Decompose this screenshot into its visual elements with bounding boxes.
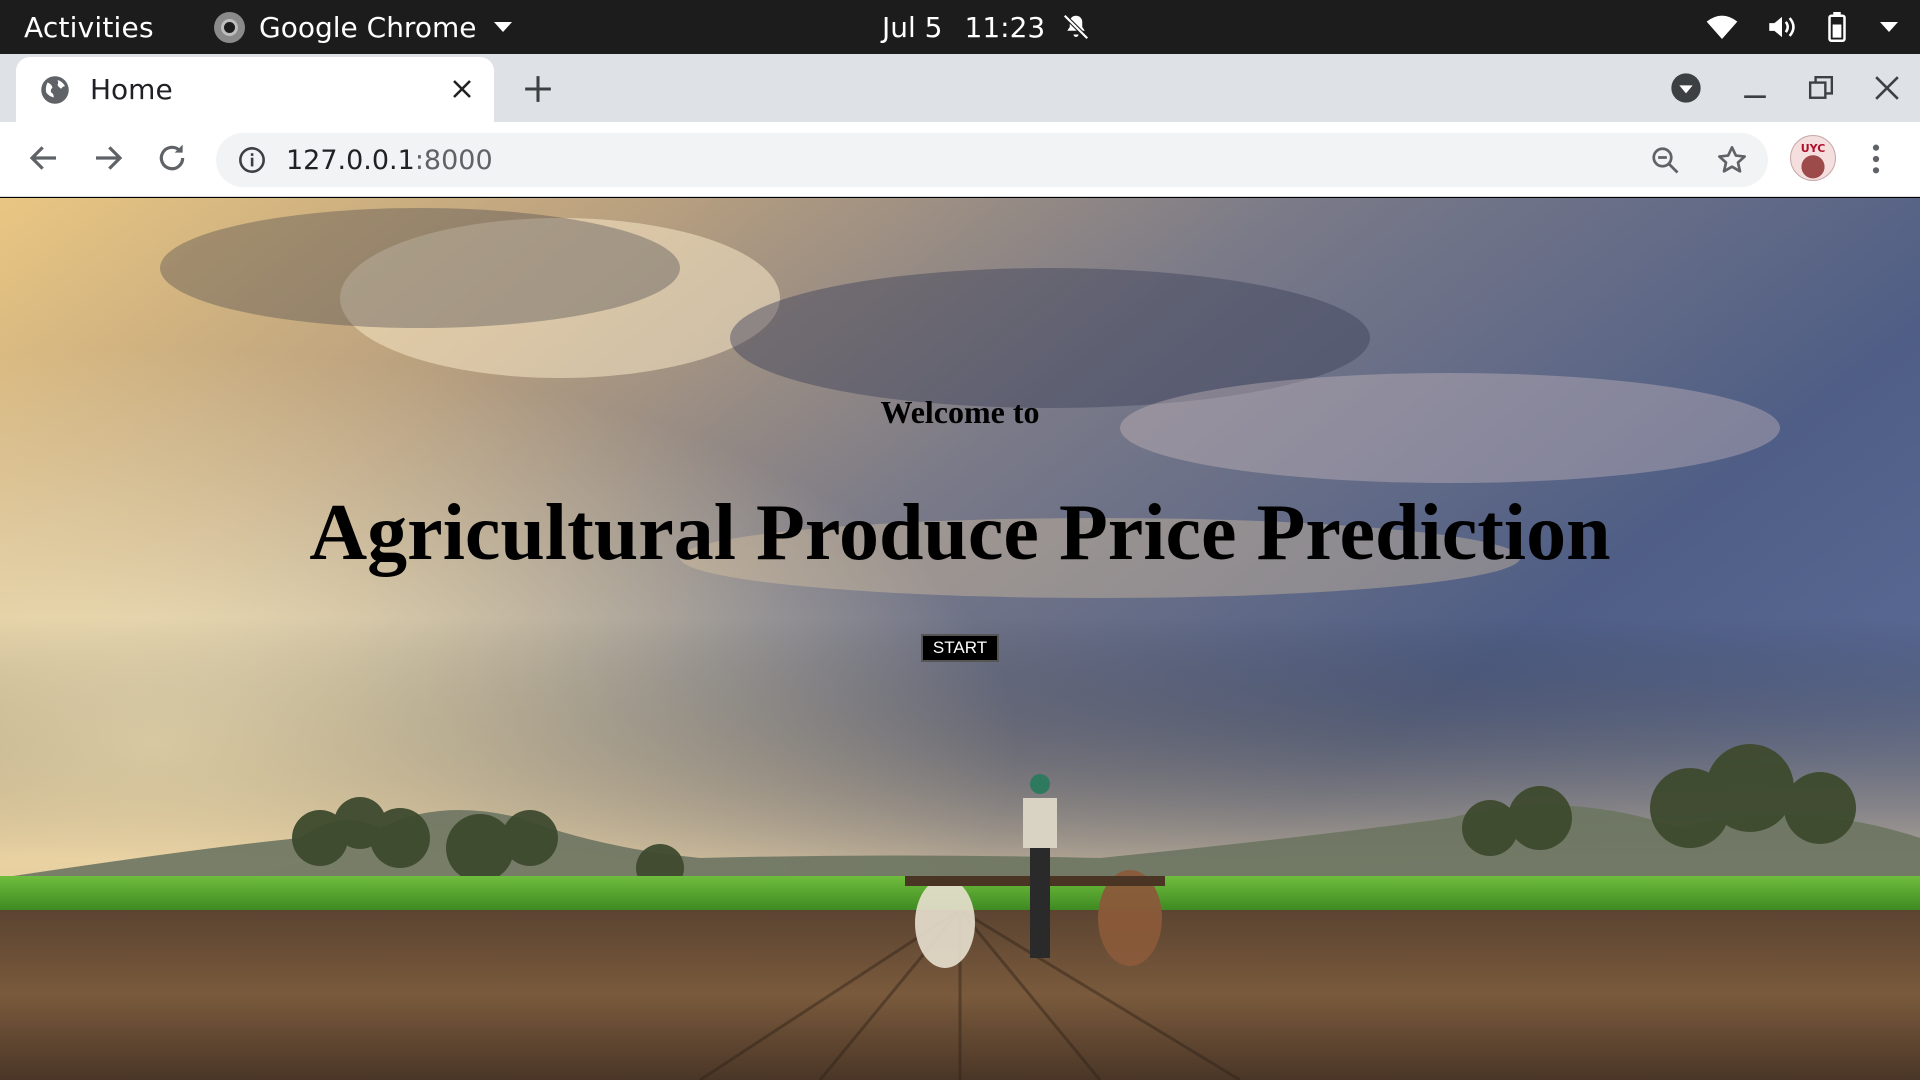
kebab-menu-icon[interactable] [1866, 142, 1886, 176]
url-port: :8000 [414, 144, 493, 176]
tab-home[interactable]: Home [16, 57, 494, 122]
star-icon[interactable] [1716, 144, 1748, 176]
app-menu-label: Google Chrome [259, 10, 477, 44]
activities-button[interactable]: Activities [24, 11, 154, 44]
back-arrow-icon[interactable] [28, 142, 60, 174]
battery-icon [1828, 12, 1846, 42]
globe-icon [41, 75, 69, 104]
welcome-heading: Welcome to [880, 394, 1040, 430]
system-menu-chevron-icon [1880, 22, 1898, 32]
url-host: 127.0.0.1 [286, 144, 415, 176]
window-controls [1670, 72, 1900, 104]
avatar-text: UYC [1800, 142, 1826, 155]
clock-menu[interactable]: Jul 5 11:23 [882, 11, 1091, 44]
url-text: 127.0.0.1:8000 [286, 145, 493, 176]
page-title: Agricultural Produce Price Prediction [309, 489, 1611, 577]
forward-arrow-icon[interactable] [92, 142, 124, 174]
tab-title: Home [90, 73, 173, 106]
info-icon[interactable] [238, 146, 266, 174]
clock-time: 11:23 [964, 10, 1046, 44]
minimize-icon[interactable] [1742, 75, 1768, 101]
app-menu[interactable]: Google Chrome [214, 10, 513, 44]
system-top-bar: Activities Google Chrome Jul 5 11:23 [0, 0, 1920, 54]
zoom-out-icon[interactable] [1650, 145, 1680, 175]
reload-icon[interactable] [156, 142, 188, 174]
tab-search-icon[interactable] [1670, 72, 1702, 104]
volume-icon [1769, 16, 1795, 38]
chevron-down-icon [494, 22, 513, 32]
close-window-icon[interactable] [1874, 75, 1900, 101]
browser-toolbar: 127.0.0.1:8000 UYC [0, 122, 1920, 197]
address-bar[interactable]: 127.0.0.1:8000 [216, 133, 1768, 187]
new-tab-icon[interactable] [524, 75, 552, 103]
bell-off-icon [1063, 14, 1089, 40]
close-tab-icon[interactable] [450, 77, 474, 101]
chrome-icon [214, 11, 245, 43]
profile-avatar[interactable]: UYC [1790, 135, 1836, 181]
page-viewport: Welcome to Agricultural Produce Price Pr… [0, 198, 1920, 1080]
start-button[interactable]: START [921, 634, 999, 662]
clock-date: Jul 5 [882, 10, 943, 44]
maximize-icon[interactable] [1808, 75, 1834, 101]
wifi-icon [1706, 15, 1738, 39]
system-tray[interactable] [1706, 12, 1898, 42]
tab-strip: Home [0, 54, 1920, 122]
omnibox-actions [1650, 144, 1748, 176]
